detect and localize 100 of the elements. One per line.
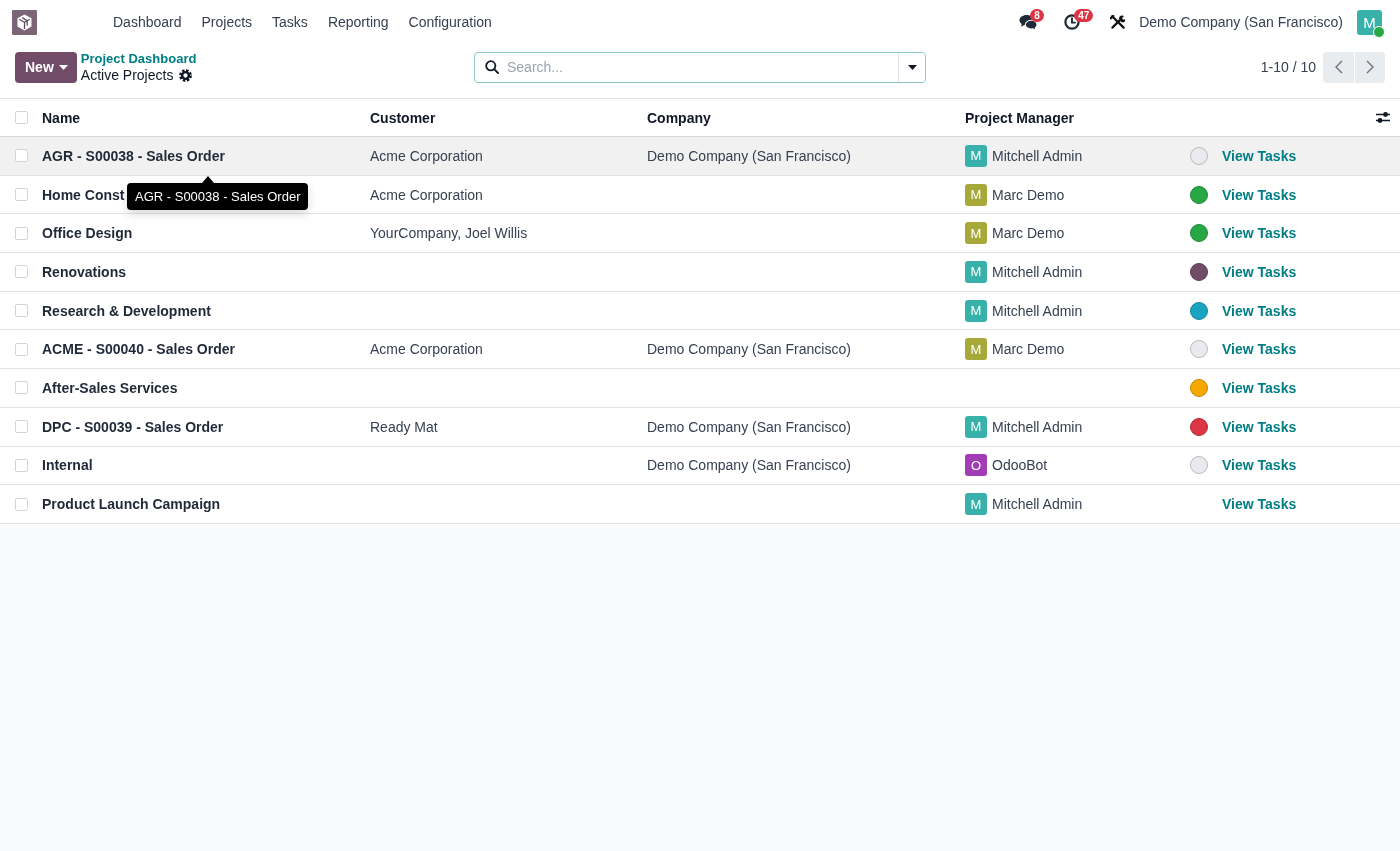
color-dot-icon[interactable] xyxy=(1190,417,1208,436)
manager-avatar: M xyxy=(965,222,987,245)
previous-page-button[interactable] xyxy=(1323,51,1354,83)
manager-name: Marc Demo xyxy=(992,225,1065,242)
table-row[interactable]: Office Design YourCompany, Joel Willis M Marc Demo View Tasks xyxy=(0,214,1400,254)
company-name: Demo Company (San Francisco) xyxy=(647,341,851,358)
color-dot-icon[interactable] xyxy=(1190,340,1208,359)
manager-name: Marc Demo xyxy=(992,341,1065,358)
table-row[interactable]: After-Sales Services View Tasks xyxy=(0,369,1400,408)
row-checkbox[interactable] xyxy=(15,226,28,240)
pager-value[interactable]: 1-10 / 10 xyxy=(1260,59,1316,75)
customer-name: Acme Corporation xyxy=(370,341,483,358)
customer-name: Ready Mat xyxy=(370,418,438,435)
company-switcher[interactable]: Demo Company (San Francisco) xyxy=(1139,14,1343,30)
manager-avatar: M xyxy=(965,415,987,438)
manager-avatar: M xyxy=(965,260,987,283)
crossed-tools-icon[interactable] xyxy=(1110,14,1126,30)
row-checkbox[interactable] xyxy=(15,304,28,318)
manager-avatar: M xyxy=(965,144,987,167)
chevron-right-icon xyxy=(1366,60,1374,74)
customer-name: Acme Corporation xyxy=(370,186,483,203)
project-name: AGR - S00038 - Sales Order xyxy=(42,147,225,164)
menu-item[interactable]: Tasks xyxy=(262,7,318,37)
manager-avatar: O xyxy=(965,454,987,477)
manager-avatar: M xyxy=(965,338,987,361)
page-title: Active Projects xyxy=(80,67,174,83)
project-name: Renovations xyxy=(42,263,126,280)
table-row[interactable]: Product Launch Campaign M Mitchell Admin View Tasks xyxy=(0,485,1400,524)
gear-icon[interactable] xyxy=(179,68,193,82)
project-name: Internal xyxy=(42,457,93,474)
menu-item[interactable]: Reporting xyxy=(317,7,399,37)
company-name: Demo Company (San Francisco) xyxy=(647,418,851,435)
view-tasks-link[interactable]: View Tasks xyxy=(1222,225,1297,242)
manager-name: Marc Demo xyxy=(992,186,1065,203)
manager-avatar: M xyxy=(965,299,987,322)
manager-name: Mitchell Admin xyxy=(992,263,1083,280)
project-name: Product Launch Campaign xyxy=(42,496,221,513)
color-dot-icon[interactable] xyxy=(1190,301,1208,320)
view-tasks-link[interactable]: View Tasks xyxy=(1222,186,1297,203)
table-row[interactable]: Research & Development M Mitchell Admin View Tasks xyxy=(0,291,1400,331)
search-bar[interactable]: Search... xyxy=(474,51,926,83)
color-dot-icon[interactable] xyxy=(1190,185,1208,204)
view-tasks-link[interactable]: View Tasks xyxy=(1222,263,1297,280)
new-button[interactable]: New xyxy=(15,51,77,83)
tooltip: AGR - S00038 - Sales Order xyxy=(127,176,309,210)
cube-logo-icon[interactable] xyxy=(12,9,37,35)
manager-avatar: M xyxy=(965,183,987,206)
breadcrumb-link[interactable]: Project Dashboard xyxy=(80,51,197,67)
row-checkbox[interactable] xyxy=(15,342,28,356)
view-tasks-link[interactable]: View Tasks xyxy=(1222,496,1297,513)
table-row[interactable]: Internal Demo Company (San Francisco) O OdooBot View Tasks xyxy=(0,446,1400,486)
column-header[interactable]: Name xyxy=(42,109,81,126)
caret-icon xyxy=(58,64,68,70)
menu-item[interactable]: Dashboard xyxy=(103,7,192,37)
project-name: Office Design xyxy=(42,225,133,242)
view-tasks-link[interactable]: View Tasks xyxy=(1222,379,1297,396)
color-dot-icon[interactable] xyxy=(1190,262,1208,281)
project-name: DPC - S00039 - Sales Order xyxy=(42,418,224,435)
row-checkbox[interactable] xyxy=(15,458,28,472)
select-all-checkbox[interactable] xyxy=(15,111,28,124)
column-header[interactable]: Company xyxy=(647,109,711,126)
color-dot-icon[interactable] xyxy=(1190,224,1208,243)
row-checkbox[interactable] xyxy=(15,149,28,163)
manager-name: Mitchell Admin xyxy=(992,418,1083,435)
manager-name: Mitchell Admin xyxy=(992,302,1083,319)
view-tasks-link[interactable]: View Tasks xyxy=(1222,418,1297,435)
view-tasks-link[interactable]: View Tasks xyxy=(1222,147,1297,164)
manager-name: OdooBot xyxy=(992,457,1048,474)
row-checkbox[interactable] xyxy=(15,381,28,395)
column-header[interactable]: Project Manager xyxy=(965,109,1074,126)
table-row[interactable]: ACME - S00040 - Sales Order Acme Corporation Demo Company (San Francisco) M Marc Demo View Tasks xyxy=(0,330,1400,370)
row-checkbox[interactable] xyxy=(15,265,28,279)
search-options-toggle[interactable] xyxy=(898,52,925,82)
table-row[interactable]: DPC - S00039 - Sales Order Ready Mat Demo Company (San Francisco) M Mitchell Admin View Tasks xyxy=(0,407,1400,447)
table-row[interactable]: Renovations M Mitchell Admin View Tasks xyxy=(0,253,1400,292)
row-checkbox[interactable] xyxy=(15,420,28,434)
customer-name: YourCompany, Joel Willis xyxy=(370,225,528,242)
row-checkbox[interactable] xyxy=(15,188,28,202)
column-header[interactable]: Customer xyxy=(370,109,436,126)
sliders-icon[interactable] xyxy=(1376,111,1390,124)
project-name: ACME - S00040 - Sales Order xyxy=(42,341,235,358)
project-name: After-Sales Services xyxy=(42,379,178,396)
color-dot-icon[interactable] xyxy=(1190,456,1208,475)
company-name: Demo Company (San Francisco) xyxy=(647,147,851,164)
color-dot-icon[interactable] xyxy=(1190,146,1208,165)
row-checkbox[interactable] xyxy=(15,497,28,511)
menu-item[interactable]: Projects xyxy=(191,7,263,37)
view-tasks-link[interactable]: View Tasks xyxy=(1222,457,1297,474)
chevron-left-icon xyxy=(1334,60,1343,74)
next-page-button[interactable] xyxy=(1355,51,1385,83)
menu-item[interactable]: Configuration xyxy=(398,7,502,37)
manager-name: Mitchell Admin xyxy=(992,496,1083,513)
view-tasks-link[interactable]: View Tasks xyxy=(1222,302,1297,319)
view-tasks-link[interactable]: View Tasks xyxy=(1222,341,1297,358)
table-row[interactable]: AGR - S00038 - Sales Order Acme Corporation Demo Company (San Francisco) M Mitchell Admin View Tasks xyxy=(0,137,1400,176)
manager-avatar: M xyxy=(965,493,987,516)
search-field[interactable]: Search... xyxy=(507,53,898,81)
color-dot-icon[interactable] xyxy=(1190,378,1208,397)
unread-counter: 8 xyxy=(1030,8,1044,22)
manager-name: Mitchell Admin xyxy=(992,147,1083,164)
